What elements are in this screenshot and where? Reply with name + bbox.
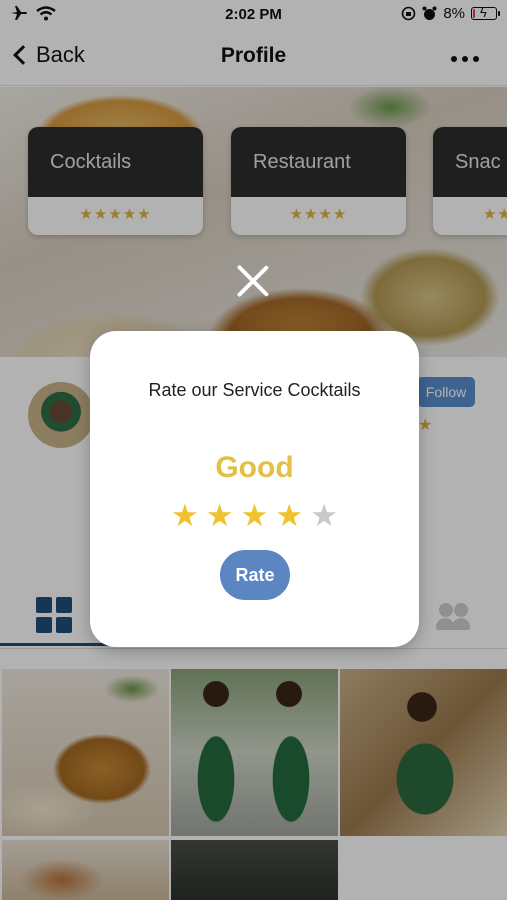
rating-prompt: Rate our Service Cocktails [148,380,361,400]
rating-star-icon[interactable]: ★ [241,499,269,533]
star-rating[interactable]: ★ ★ ★ ★ ★ [90,499,419,533]
rating-star-icon[interactable]: ★ [275,499,303,533]
rating-modal: Rate our Service Cocktails Good ★ ★ ★ ★ ★ Ra… [90,331,419,647]
rate-button[interactable]: Rate [220,550,290,600]
screen: 2:02 PM 8% ϟ Back Profile Cocktails ★★★★… [0,0,507,900]
rating-star-icon[interactable]: ★ [171,499,199,533]
rating-star-icon[interactable]: ★ [310,499,338,533]
close-icon[interactable] [234,262,272,300]
rating-verdict: Good [215,451,294,484]
rating-star-icon[interactable]: ★ [206,499,234,533]
